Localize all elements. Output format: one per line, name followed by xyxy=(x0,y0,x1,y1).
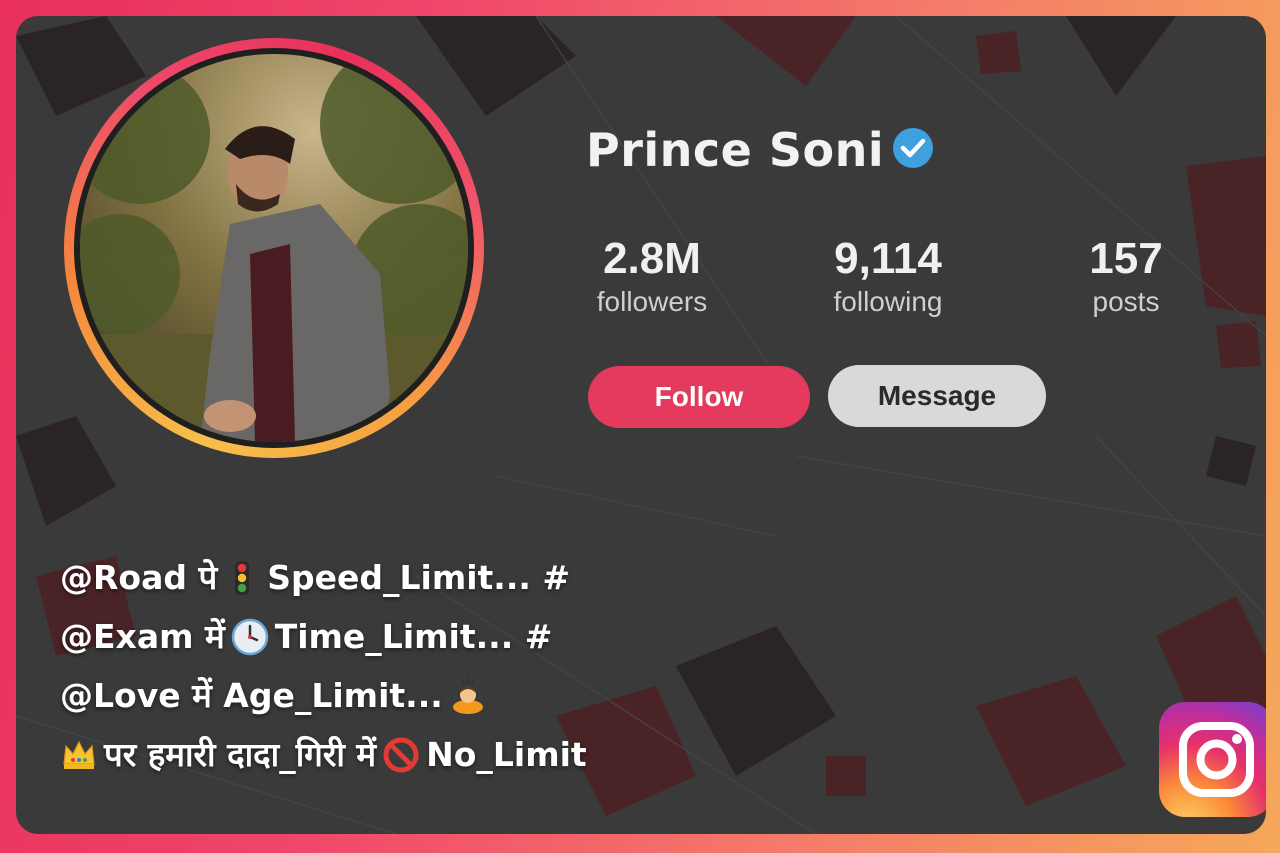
caption-line-1-part-b: Speed_Limit... # xyxy=(267,558,571,597)
profile-name-row: Prince Soni xyxy=(586,120,934,180)
following-count: 9,114 xyxy=(834,234,942,283)
caption-line-4-part-a: पर हमारी दादा_गिरी में xyxy=(104,735,377,774)
message-button[interactable]: Message xyxy=(828,365,1046,427)
stat-followers[interactable]: 2.8M followers xyxy=(578,234,726,318)
instagram-logo-icon xyxy=(1159,702,1266,817)
caption-line-3-part-a: @Love में Age_Limit... xyxy=(60,676,443,715)
followers-count: 2.8M xyxy=(603,234,701,283)
caption-text: @Road पे Speed_Limit... # @Exam में Time… xyxy=(60,548,587,784)
posts-label: posts xyxy=(1092,286,1160,317)
clock-icon xyxy=(231,618,268,655)
avatar-photo xyxy=(80,54,468,442)
story-ring xyxy=(64,38,484,458)
crown-icon xyxy=(63,740,95,769)
caption-line-2-part-a: @Exam में xyxy=(60,617,225,656)
stat-following[interactable]: 9,114 following xyxy=(814,234,962,318)
profile-name: Prince Soni xyxy=(586,123,885,177)
caption-line-2-part-b: Time_Limit... # xyxy=(274,617,553,656)
profile-card: Prince Soni 2.8M followers 9,114 followi… xyxy=(16,16,1266,834)
stat-posts[interactable]: 157 posts xyxy=(1056,234,1196,318)
followers-label: followers xyxy=(596,286,708,317)
avatar-border xyxy=(74,48,474,448)
avatar[interactable] xyxy=(80,54,468,442)
caption-line-4-part-b: No_Limit xyxy=(426,735,587,774)
caption-line-2: @Exam में Time_Limit... # xyxy=(60,607,587,666)
posts-count: 157 xyxy=(1089,234,1163,283)
traffic-light-icon xyxy=(235,560,250,595)
caption-line-1: @Road पे Speed_Limit... # xyxy=(60,548,587,607)
bowing-person-icon xyxy=(452,676,483,714)
caption-line-1-part-a: @Road पे xyxy=(60,558,218,597)
caption-line-4: पर हमारी दादा_गिरी में No_Limit xyxy=(60,725,587,784)
caption-line-3: @Love में Age_Limit... xyxy=(60,666,587,725)
follow-button[interactable]: Follow xyxy=(588,366,810,428)
following-label: following xyxy=(833,286,943,317)
verified-badge-icon xyxy=(892,127,934,173)
prohibited-icon xyxy=(383,737,419,772)
